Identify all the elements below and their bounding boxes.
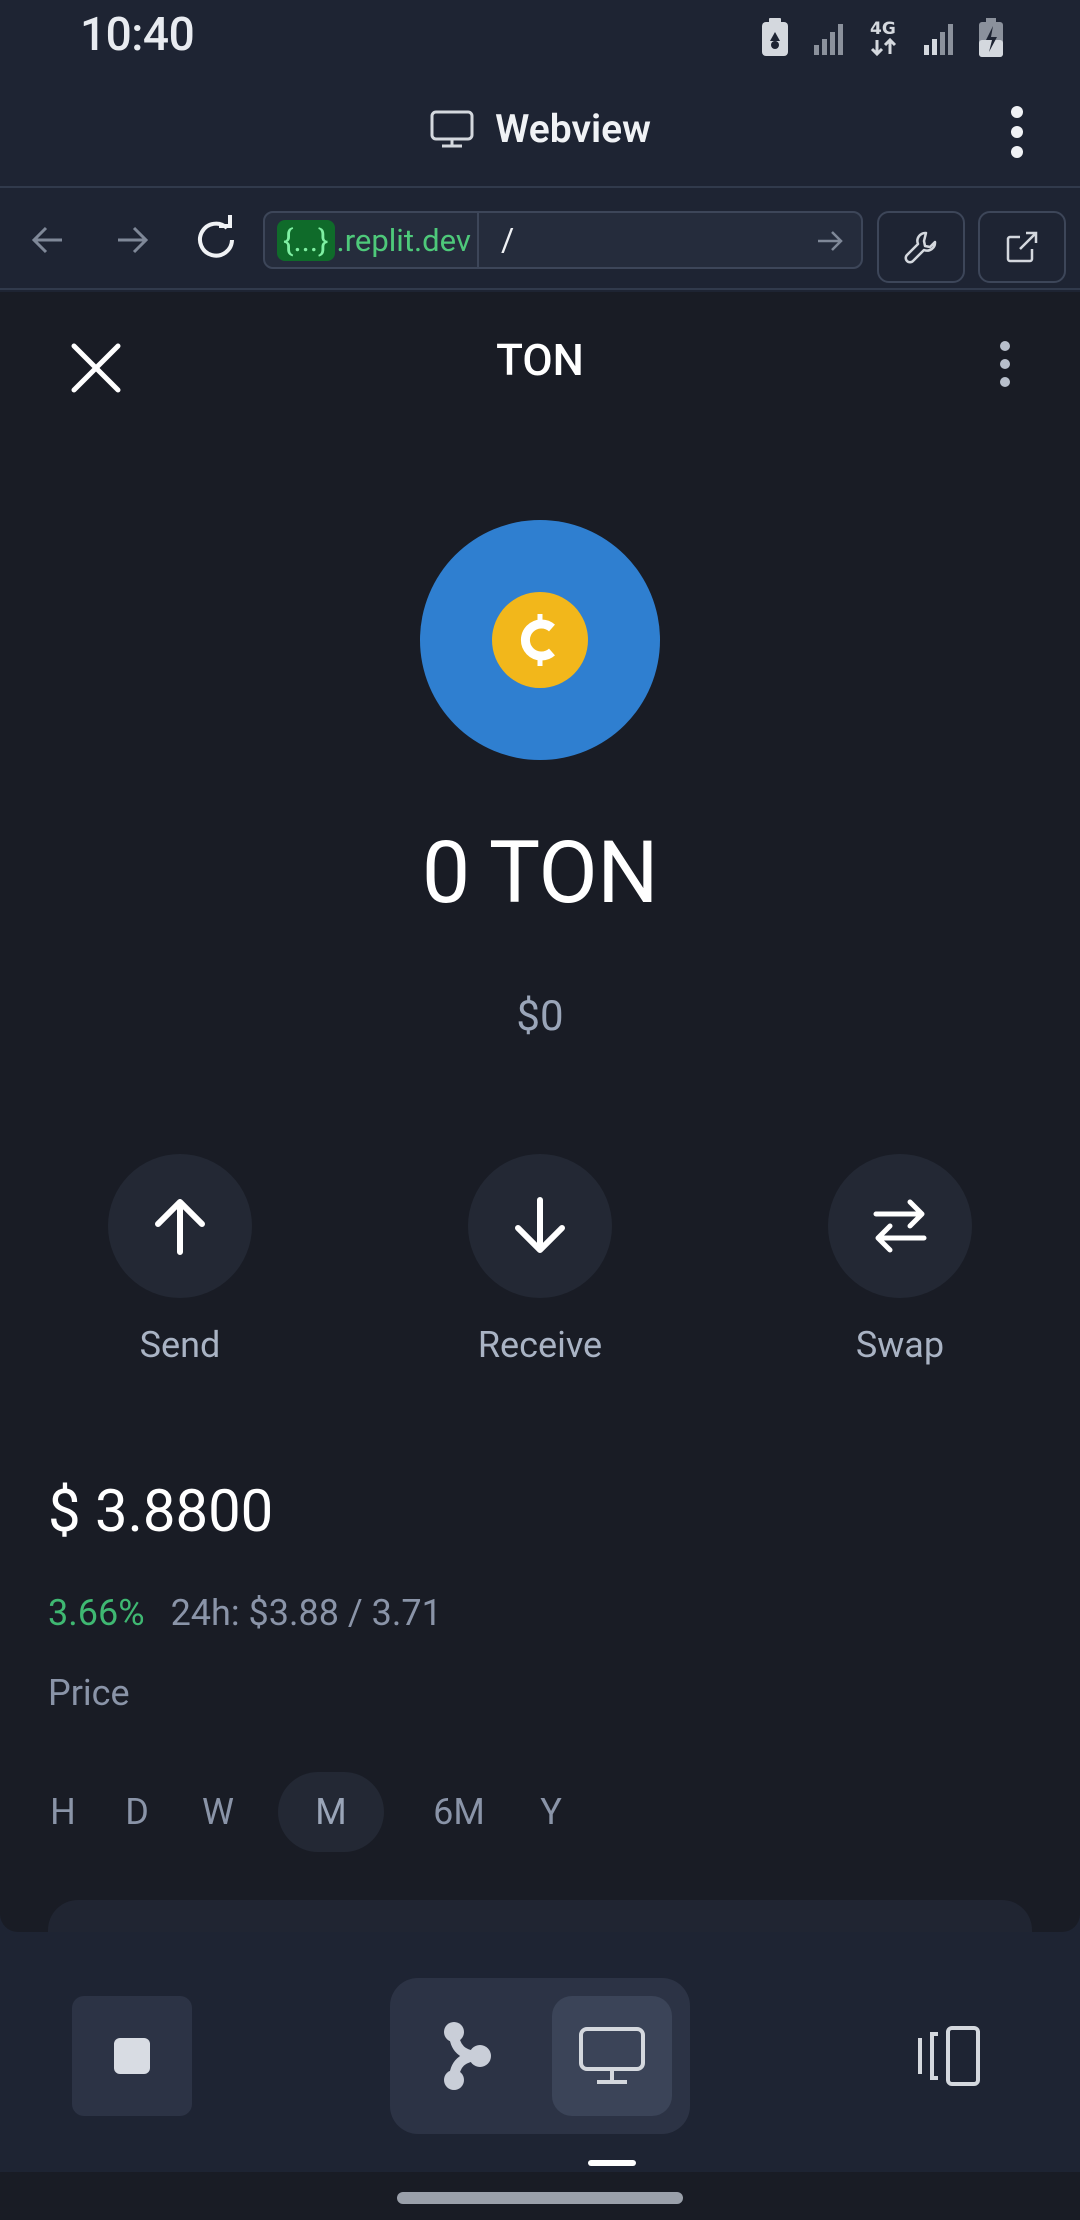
arrow-up-icon: [155, 1199, 205, 1255]
more-options-icon[interactable]: [992, 100, 1042, 164]
swap-circle[interactable]: [828, 1154, 972, 1298]
url-host: {...} .replit.dev: [265, 213, 477, 267]
node-graph-button[interactable]: [408, 1996, 528, 2116]
stop-button[interactable]: [72, 1996, 192, 2116]
webview-header: Webview: [0, 76, 1080, 188]
url-host-suffix: .replit.dev: [336, 221, 471, 259]
period-tab-6m[interactable]: 6M: [420, 1772, 498, 1852]
reload-icon[interactable]: [188, 212, 244, 268]
signal-icon-2: [922, 21, 956, 55]
gesture-navigation-area: [0, 2172, 1080, 2220]
url-bar: {...} .replit.dev /: [0, 190, 1080, 290]
price-change-percent: 3.66%: [48, 1592, 145, 1634]
bottom-control-bar: [0, 1932, 1080, 2172]
screen: 10:40 4G Webview {...} .replit.dev / TON…: [0, 0, 1080, 2220]
status-time: 10:40: [80, 8, 195, 62]
swap-arrows-icon: [873, 1199, 927, 1253]
active-tab-indicator: [588, 2160, 636, 2166]
page-title: TON: [496, 334, 584, 386]
view-mode-toggle: [390, 1978, 690, 2134]
send-circle[interactable]: [108, 1154, 252, 1298]
external-link-icon: [1006, 231, 1038, 263]
swap-label: Swap: [855, 1324, 945, 1366]
webview-title-text: Webview: [495, 106, 651, 152]
battery-saver-icon: [760, 18, 790, 58]
webview-title: Webview: [0, 106, 1080, 152]
device-rotate-button[interactable]: [908, 2016, 988, 2096]
period-tab-y[interactable]: Y: [526, 1772, 576, 1852]
fiat-balance: $0: [516, 992, 564, 1041]
token-balance: 0 TON: [421, 822, 659, 923]
open-external-button[interactable]: [978, 211, 1066, 283]
status-bar: 10:40 4G: [0, 0, 1080, 76]
receive-circle[interactable]: [468, 1154, 612, 1298]
monitor-icon: [579, 2027, 645, 2084]
go-arrow-icon[interactable]: [815, 226, 845, 260]
url-host-mask: {...}: [277, 219, 335, 261]
url-path: /: [501, 221, 515, 259]
current-price: $ 3.8800: [48, 1478, 274, 1546]
coin-icon: [492, 592, 588, 688]
send-button[interactable]: Send: [80, 1154, 280, 1366]
battery-charging-icon: [978, 18, 1004, 58]
period-tab-m[interactable]: M: [278, 1772, 384, 1852]
network-type-label: 4G: [870, 19, 896, 39]
swap-button[interactable]: Swap: [800, 1154, 1000, 1366]
wrench-icon: [904, 231, 937, 264]
token-logo: [420, 520, 660, 760]
stop-icon: [114, 2038, 150, 2074]
receive-button[interactable]: Receive: [440, 1154, 640, 1366]
period-tab-h[interactable]: H: [40, 1772, 86, 1852]
devtools-button[interactable]: [877, 211, 965, 283]
device-icon: [918, 2026, 980, 2086]
forward-icon[interactable]: [104, 212, 160, 268]
node-graph-icon: [444, 2022, 491, 2090]
url-divider: [477, 213, 479, 267]
webview-mode-button[interactable]: [552, 1996, 672, 2116]
receive-label: Receive: [477, 1324, 603, 1366]
token-menu-icon[interactable]: [990, 334, 1020, 394]
back-icon[interactable]: [20, 212, 76, 268]
token-detail-screen: TON 0 TON $0 Send Receive Swap $ 3.8800 …: [0, 292, 1080, 1932]
gesture-handle[interactable]: [397, 2192, 683, 2204]
url-input[interactable]: {...} .replit.dev /: [263, 211, 863, 269]
arrow-down-icon: [515, 1197, 565, 1253]
price-chart-card: [48, 1900, 1032, 1932]
monitor-icon: [430, 110, 474, 148]
period-tab-w[interactable]: W: [190, 1772, 246, 1852]
period-tab-d[interactable]: D: [112, 1772, 162, 1852]
send-label: Send: [139, 1324, 221, 1366]
status-icons: 4G: [760, 16, 1004, 60]
signal-icon: [812, 21, 846, 55]
price-label: Price: [48, 1672, 130, 1714]
price-range-24h: 24h: $3.88 / 3.71: [170, 1592, 442, 1634]
network-type-icon: 4G: [868, 18, 900, 58]
price-change-row: 3.66% 24h: $3.88 / 3.71: [48, 1592, 442, 1634]
